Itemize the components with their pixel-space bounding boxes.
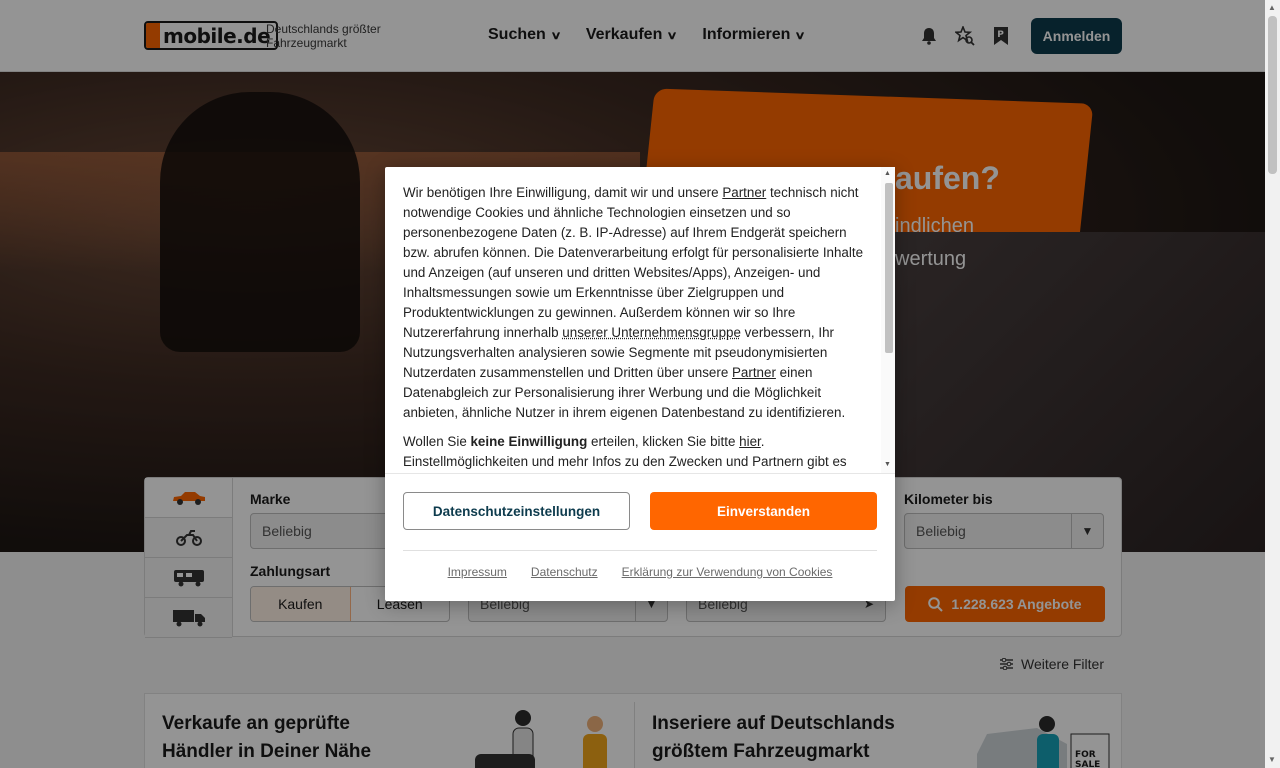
accept-button[interactable]: Einverstanden [650, 492, 877, 530]
privacy-link[interactable]: Datenschutz [531, 565, 598, 579]
partner-link-2[interactable]: Partner [732, 365, 776, 380]
imprint-link[interactable]: Impressum [448, 565, 507, 579]
no-consent-bold: keine Einwilligung [470, 434, 588, 449]
partner-link[interactable]: Partner [722, 185, 766, 200]
consent-text: Wir benötigen Ihre Einwilligung, damit w… [403, 183, 873, 473]
consent-text-segment: Wollen Sie [403, 434, 471, 449]
consent-text-segment: erteilen, klicken Sie bitte [587, 434, 740, 449]
consent-scroll-up-icon[interactable]: ▲ [884, 170, 891, 177]
page-scrollbar-thumb[interactable] [1268, 16, 1277, 174]
consent-text-segment: technisch nicht notwendige Cookies und ä… [403, 185, 864, 340]
consent-separator [385, 473, 895, 474]
cookie-consent-dialog: Wir benötigen Ihre Einwilligung, damit w… [385, 167, 895, 601]
consent-paragraph-2: Wollen Sie keine Einwilligung erteilen, … [403, 432, 873, 472]
consent-paragraph-1: Wir benötigen Ihre Einwilligung, damit w… [403, 183, 873, 423]
consent-text-segment: Wir benötigen Ihre Einwilligung, damit w… [403, 185, 723, 200]
cookie-declaration-link[interactable]: Erklärung zur Verwendung von Cookies [622, 565, 833, 579]
consent-scrollbar-thumb[interactable] [885, 183, 893, 353]
reject-here-link[interactable]: hier [739, 434, 761, 449]
scroll-down-arrow-icon[interactable]: ▼ [1268, 755, 1276, 764]
scroll-up-arrow-icon[interactable]: ▲ [1268, 3, 1276, 12]
consent-scroll-down-icon[interactable]: ▼ [884, 461, 891, 468]
company-group-link[interactable]: unserer Unternehmensgruppe [562, 325, 741, 340]
consent-footer-divider [403, 550, 877, 551]
privacy-settings-button[interactable]: Datenschutzeinstellungen [403, 492, 630, 530]
consent-footer-links: Impressum Datenschutz Erklärung zur Verw… [385, 565, 895, 579]
page-scrollbar[interactable]: ▲ ▼ [1265, 0, 1280, 768]
